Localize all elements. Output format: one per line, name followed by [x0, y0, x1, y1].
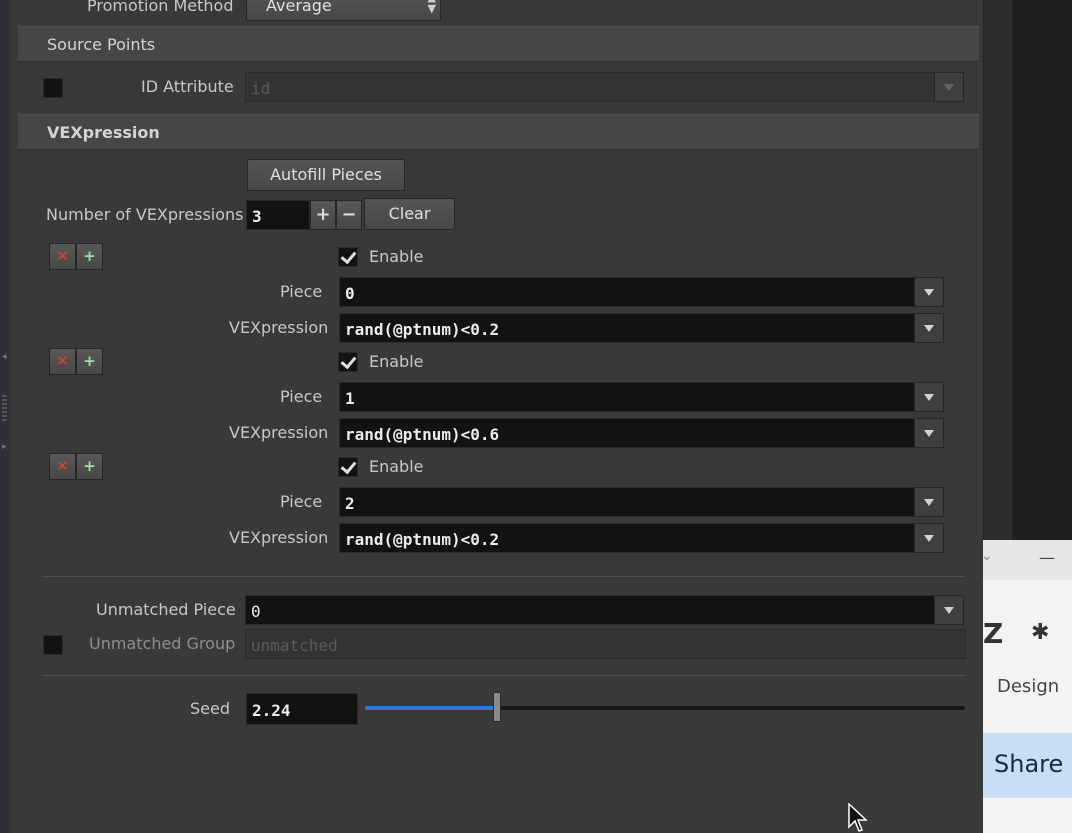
vexpression-label-3: VEXpression	[229, 528, 329, 547]
enable-label-2: Enable	[369, 352, 424, 371]
vexpression-field-3[interactable]: rand(@ptnum)<0.2	[339, 523, 915, 553]
background-window	[984, 0, 1072, 540]
seed-label: Seed	[190, 699, 230, 718]
id-attribute-field[interactable]: id	[245, 72, 935, 102]
insert-entry-1-icon[interactable]: +	[76, 243, 103, 270]
piece-label-1: Piece	[280, 282, 323, 301]
separator	[42, 576, 965, 577]
z-extension-icon[interactable]: Z	[983, 617, 1003, 650]
vexpression-label-2: VEXpression	[229, 423, 329, 442]
id-attribute-toggle[interactable]	[43, 78, 63, 98]
expand-right-icon[interactable]: ▸	[2, 442, 7, 452]
unmatched-piece-label: Unmatched Piece	[96, 600, 236, 619]
number-of-vexpressions-field[interactable]: 3	[246, 200, 310, 230]
insert-entry-2-icon[interactable]: +	[76, 348, 103, 375]
piece-menu-button-1[interactable]	[914, 277, 944, 307]
updown-arrows-icon: ▲▼	[427, 0, 436, 15]
vexpression-field-1[interactable]: rand(@ptnum)<0.2	[339, 313, 915, 343]
design-tab[interactable]: Design	[997, 676, 1059, 697]
minimize-icon[interactable]: —	[1039, 548, 1055, 567]
seed-slider-handle[interactable]	[493, 692, 501, 722]
piece-field-1[interactable]: 0	[339, 277, 915, 307]
promotion-method-label: Promotion Method	[87, 0, 234, 15]
enable-label-3: Enable	[369, 457, 424, 476]
seed-field[interactable]: 2.24	[246, 693, 358, 725]
unmatched-group-label: Unmatched Group	[89, 634, 236, 653]
remove-entry-1-icon[interactable]: ✕	[49, 243, 76, 270]
unmatched-group-toggle[interactable]	[43, 635, 63, 655]
seed-slider-track[interactable]	[365, 706, 965, 710]
mouse-cursor-icon	[848, 803, 868, 832]
piece-label-2: Piece	[280, 387, 323, 406]
vexpression-label-1: VEXpression	[229, 318, 329, 337]
enable-checkbox-1[interactable]	[338, 247, 358, 267]
number-of-vexpressions-label: Number of VEXpressions	[46, 205, 244, 224]
id-attribute-label: ID Attribute	[141, 77, 234, 96]
puzzle-extension-icon[interactable]: ✱	[1031, 620, 1049, 645]
vexpression-title: VEXpression	[47, 123, 160, 142]
promotion-method-value: Average	[266, 0, 332, 15]
piece-label-3: Piece	[280, 492, 323, 511]
collapse-left-icon[interactable]: ◂	[2, 352, 7, 362]
enable-label-1: Enable	[369, 247, 424, 266]
panel-empty-area	[18, 734, 979, 833]
autofill-pieces-button[interactable]: Autofill Pieces	[247, 159, 405, 191]
chevron-down-icon[interactable]: ⌄	[981, 548, 993, 564]
id-attribute-menu-button[interactable]	[934, 72, 964, 102]
source-points-header[interactable]: Source Points	[18, 26, 979, 62]
unmatched-piece-field[interactable]: 0	[245, 595, 935, 625]
resize-grip-icon[interactable]	[2, 395, 7, 423]
vexpression-menu-button-3[interactable]	[914, 523, 944, 553]
piece-field-2[interactable]: 1	[339, 382, 915, 412]
background-window-pane	[1011, 0, 1072, 540]
browser-window: ⌄ — Z ✱ Design Share	[981, 540, 1072, 833]
source-points-title: Source Points	[47, 35, 156, 54]
vexpression-field-2[interactable]: rand(@ptnum)<0.6	[339, 418, 915, 448]
share-button[interactable]: Share	[983, 733, 1072, 798]
seed-slider-fill	[365, 706, 497, 710]
vexpression-header[interactable]: VEXpression	[18, 114, 979, 150]
piece-field-3[interactable]: 2	[339, 487, 915, 517]
vexpression-menu-button-2[interactable]	[914, 418, 944, 448]
unmatched-group-field[interactable]: unmatched	[245, 629, 966, 659]
add-vexpression-button[interactable]: +	[310, 200, 336, 230]
clear-button[interactable]: Clear	[364, 198, 455, 230]
remove-entry-2-icon[interactable]: ✕	[49, 348, 76, 375]
separator	[42, 675, 965, 676]
browser-titlebar: ⌄ —	[981, 540, 1072, 580]
insert-entry-3-icon[interactable]: +	[76, 453, 103, 480]
parameter-panel: Promotion Method Average ▲▼ Source Point…	[10, 0, 984, 833]
promotion-method-dropdown[interactable]: Average ▲▼	[246, 0, 441, 21]
enable-checkbox-2[interactable]	[338, 352, 358, 372]
share-label: Share	[994, 750, 1064, 778]
remove-vexpression-button[interactable]: −	[336, 200, 362, 230]
left-collapse-strip[interactable]: ◂ ▸	[0, 0, 10, 833]
piece-menu-button-2[interactable]	[914, 382, 944, 412]
enable-checkbox-3[interactable]	[338, 457, 358, 477]
piece-menu-button-3[interactable]	[914, 487, 944, 517]
unmatched-piece-menu-button[interactable]	[934, 595, 964, 625]
vexpression-menu-button-1[interactable]	[914, 313, 944, 343]
remove-entry-3-icon[interactable]: ✕	[49, 453, 76, 480]
